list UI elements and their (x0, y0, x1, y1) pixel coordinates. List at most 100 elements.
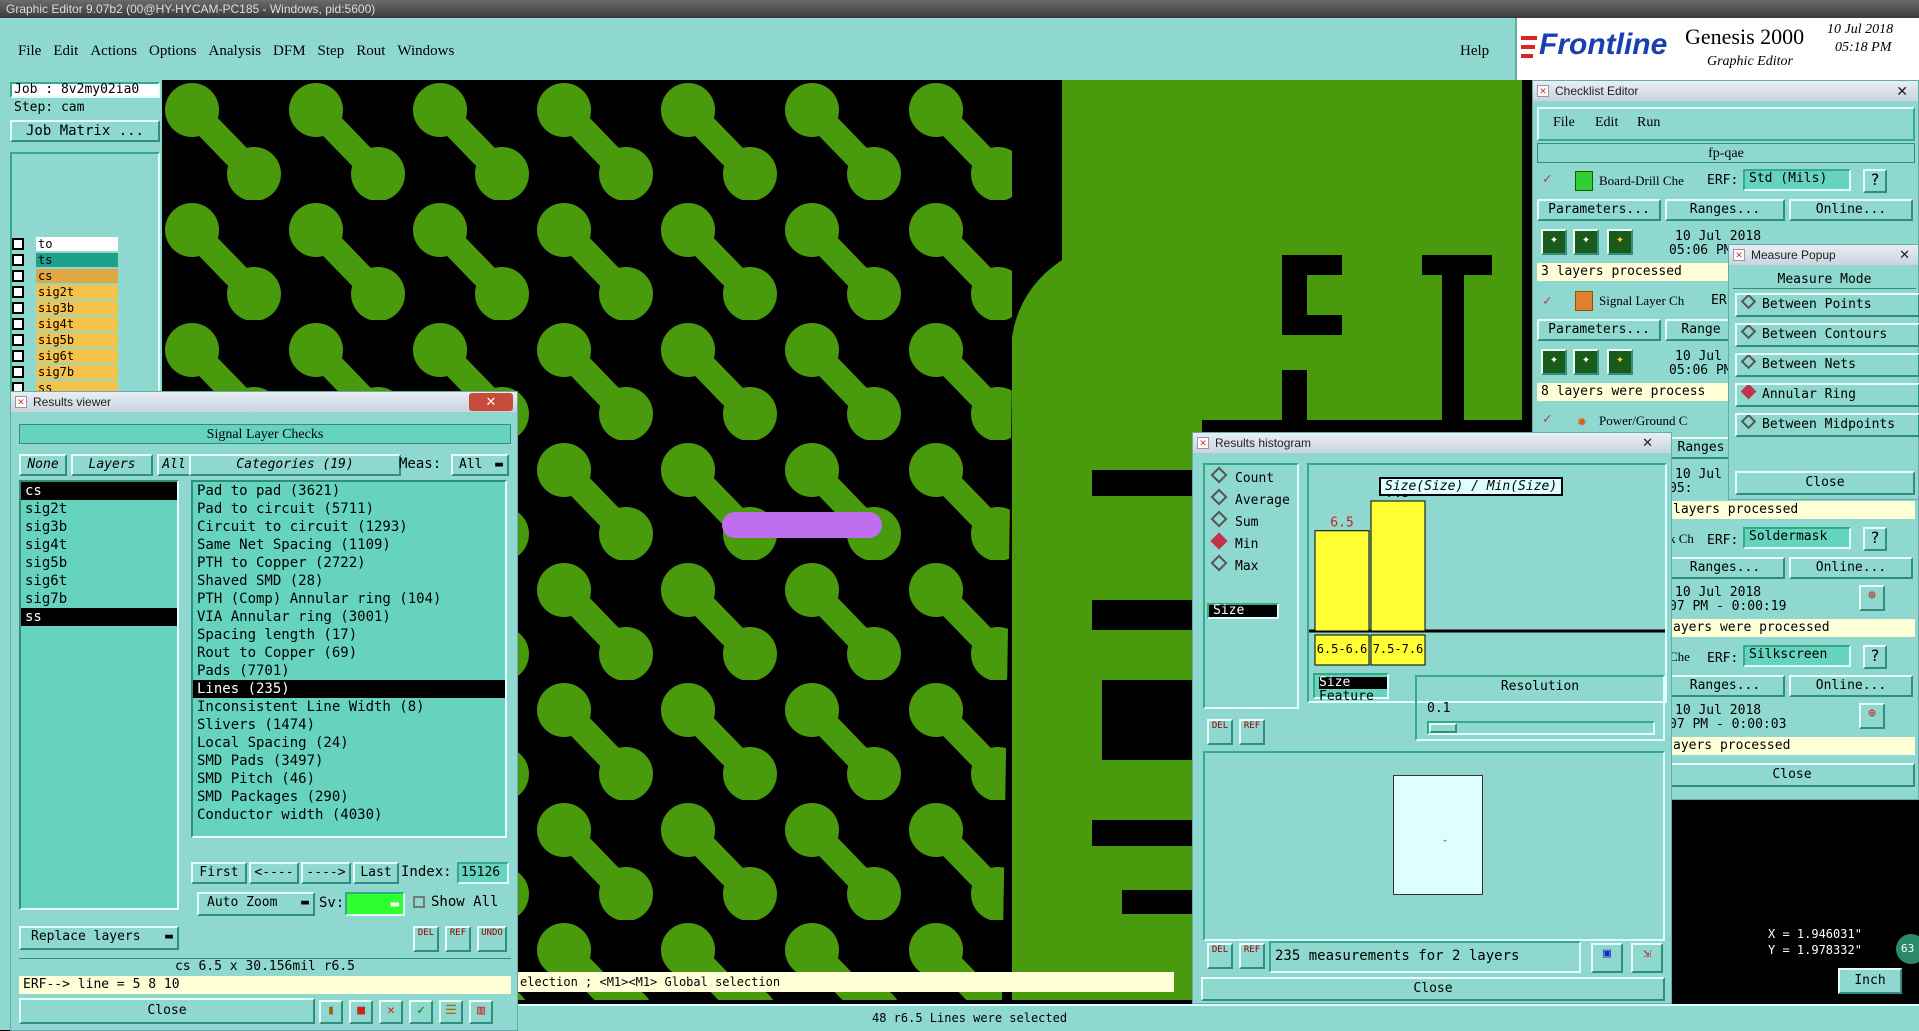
measure-option[interactable]: Between Nets (1735, 353, 1919, 377)
display-icon[interactable]: ■ (349, 1000, 373, 1024)
size-field[interactable]: Size (1207, 603, 1279, 619)
categories-button[interactable]: Categories (19) (189, 454, 401, 476)
layer-checkbox[interactable] (12, 334, 24, 346)
category-item[interactable]: Shaved SMD (28) (193, 572, 505, 590)
zoom-icon[interactable]: ⊕ (1859, 703, 1885, 729)
layer-row-to[interactable]: to (12, 236, 132, 252)
erf-field[interactable]: Silkscreen (1743, 645, 1851, 667)
meas-dropdown[interactable]: All ▬ (451, 454, 509, 476)
results-layer-item[interactable]: sig6t (21, 572, 177, 590)
layer-checkbox[interactable] (12, 254, 24, 266)
layer-row-sig2t[interactable]: sig2t (12, 284, 132, 300)
layer-row-ts[interactable]: ts (12, 252, 132, 268)
histogram-option[interactable]: Average (1213, 491, 1290, 510)
results-layer-list[interactable]: cs sig2t sig3b sig4t sig5b sig6t sig7b ss (19, 480, 179, 910)
index-input[interactable]: 15126 (457, 862, 509, 884)
online-button[interactable]: Online... (1789, 199, 1913, 221)
run-icon[interactable]: ✦ (1573, 349, 1599, 375)
checklist-menu-edit[interactable]: Edit (1595, 115, 1618, 131)
histogram-option[interactable]: Max (1213, 557, 1258, 576)
measure-option[interactable]: Annular Ring (1735, 383, 1919, 407)
menu-help[interactable]: Help (1460, 40, 1489, 62)
measure-close-button[interactable]: Close (1735, 471, 1915, 495)
category-item[interactable]: PTH to Copper (2722) (193, 554, 505, 572)
job-matrix-button[interactable]: Job Matrix ... (10, 120, 160, 142)
category-item[interactable]: Slivers (1474) (193, 716, 505, 734)
menu-rout[interactable]: Rout (350, 40, 391, 62)
category-item[interactable]: Spacing length (17) (193, 626, 505, 644)
category-item[interactable]: VIA Annular ring (3001) (193, 608, 505, 626)
parameters-button[interactable]: Parameters... (1537, 319, 1661, 341)
close-icon[interactable]: ✕ (1642, 433, 1653, 453)
sv-color-dropdown[interactable]: ▬ (345, 892, 405, 916)
help-icon[interactable]: ? (1863, 169, 1887, 193)
measure-option[interactable]: Between Points (1735, 293, 1919, 317)
ranges-button[interactable]: Ranges... (1665, 675, 1785, 697)
category-item[interactable]: Pad to pad (3621) (193, 482, 505, 500)
checklist-menu-file[interactable]: File (1553, 115, 1575, 131)
zoom-icon[interactable]: ⊕ (1859, 585, 1885, 611)
cross-icon[interactable]: ✕ (379, 1000, 403, 1024)
del-button[interactable]: DEL (413, 926, 439, 952)
run-icon[interactable]: ✦ (1607, 229, 1633, 255)
run-icon[interactable]: ✦ (1541, 229, 1567, 255)
run-icon[interactable]: ✦ (1541, 349, 1567, 375)
results-layer-item[interactable]: ss (21, 608, 177, 626)
check-icon[interactable]: ✓ (1543, 293, 1551, 309)
help-icon[interactable]: ? (1863, 645, 1887, 669)
category-item[interactable]: Circuit to circuit (1293) (193, 518, 505, 536)
results-layer-item[interactable]: sig2t (21, 500, 177, 518)
histogram-bar[interactable] (1314, 530, 1370, 632)
close-icon[interactable]: ✕ (469, 393, 513, 411)
menu-actions[interactable]: Actions (84, 40, 143, 62)
run-icon[interactable]: ✦ (1607, 349, 1633, 375)
close-icon[interactable]: ✕ (1896, 81, 1908, 101)
layer-row-sig4t[interactable]: sig4t (12, 316, 132, 332)
layout-icon[interactable]: ▣ (1591, 943, 1623, 973)
none-button[interactable]: None (19, 454, 67, 476)
checklist-menu-run[interactable]: Run (1637, 115, 1660, 131)
category-item[interactable]: Conductor width (4030) (193, 806, 505, 824)
resolution-slider[interactable] (1427, 721, 1655, 735)
category-item[interactable]: PTH (Comp) Annular ring (104) (193, 590, 505, 608)
histogram-close-button[interactable]: Close (1201, 977, 1665, 1001)
close-icon[interactable]: ✕ (1899, 245, 1910, 265)
menu-edit[interactable]: Edit (47, 40, 84, 62)
run-icon[interactable]: ✦ (1573, 229, 1599, 255)
auto-zoom-dropdown[interactable]: Auto Zoom ▬ (197, 892, 315, 916)
layer-checkbox[interactable] (12, 350, 24, 362)
results-close-button[interactable]: Close (19, 998, 315, 1024)
list-icon[interactable]: ☰ (439, 1000, 463, 1024)
layer-checkbox[interactable] (12, 270, 24, 282)
ranges-button[interactable]: Range (1665, 319, 1737, 341)
check-icon[interactable]: ✓ (1543, 171, 1551, 187)
category-item[interactable]: Pads (7701) (193, 662, 505, 680)
last-button[interactable]: Last (353, 862, 399, 884)
category-item[interactable]: SMD Pitch (46) (193, 770, 505, 788)
layer-checkbox[interactable] (12, 318, 24, 330)
layers-button[interactable]: Layers (71, 454, 153, 476)
unit-button[interactable]: Inch (1838, 968, 1902, 994)
check-icon[interactable]: ✓ (409, 1000, 433, 1024)
ranges-button[interactable]: Ranges... (1665, 199, 1785, 221)
menu-windows[interactable]: Windows (391, 40, 460, 62)
help-icon[interactable]: ? (1863, 527, 1887, 551)
menu-dfm[interactable]: DFM (267, 40, 312, 62)
ranges-button[interactable]: Ranges... (1665, 557, 1785, 579)
erf-field[interactable]: Std (Mils) (1743, 169, 1851, 191)
results-layer-item[interactable]: sig7b (21, 590, 177, 608)
size-feature-list[interactable]: Size Feature (1313, 673, 1389, 703)
histogram-option[interactable]: Count (1213, 469, 1274, 488)
ref-button[interactable]: REF (445, 926, 471, 952)
layer-row-sig6t[interactable]: sig6t (12, 348, 132, 364)
menu-options[interactable]: Options (143, 40, 203, 62)
layer-checkbox[interactable] (12, 286, 24, 298)
category-item[interactable]: SMD Pads (3497) (193, 752, 505, 770)
layer-row-sig7b[interactable]: sig7b (12, 364, 132, 380)
category-item[interactable]: Inconsistent Line Width (8) (193, 698, 505, 716)
layer-checkbox[interactable] (12, 238, 24, 250)
histogram-option[interactable]: Sum (1213, 513, 1258, 532)
layer-row-sig3b[interactable]: sig3b (12, 300, 132, 316)
next-button[interactable]: ----> (301, 862, 351, 884)
menu-step[interactable]: Step (312, 40, 351, 62)
